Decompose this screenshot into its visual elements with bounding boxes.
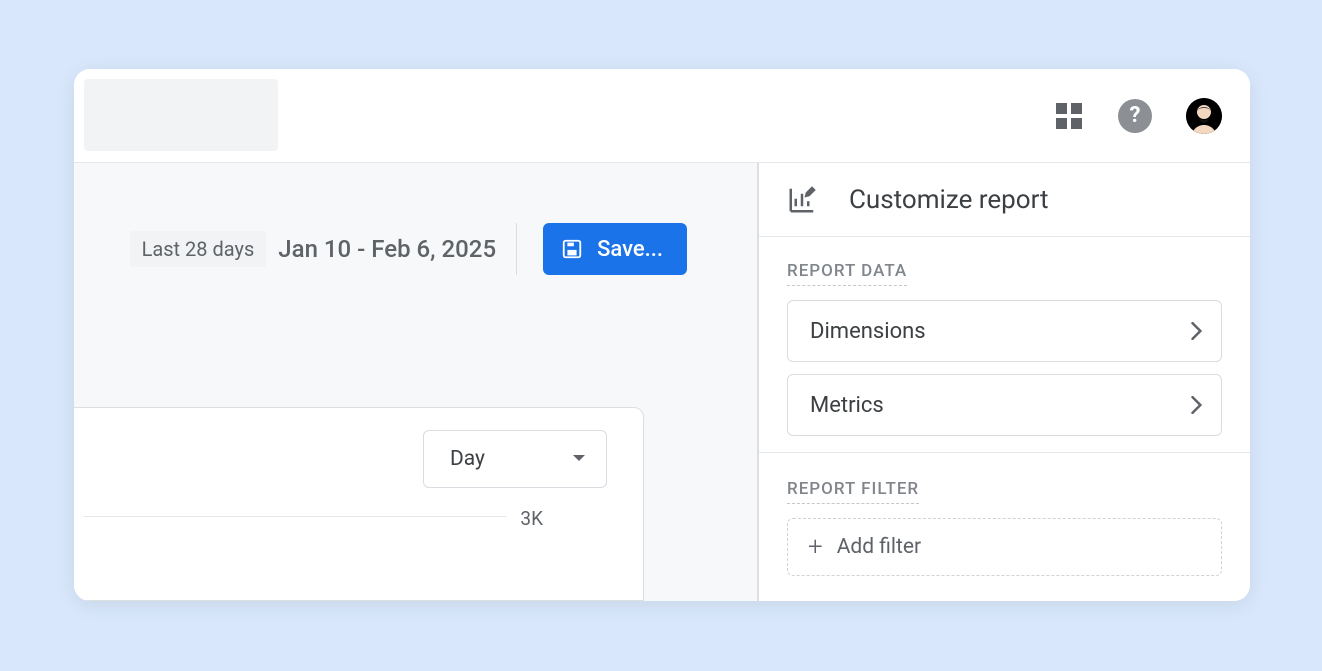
plus-icon: + <box>808 534 823 560</box>
dimensions-label: Dimensions <box>810 319 926 344</box>
axis-gridline <box>84 516 506 517</box>
axis-tick-label: 3K <box>520 507 543 530</box>
metrics-label: Metrics <box>810 393 884 418</box>
panel-body: REPORT DATA Dimensions Metrics REPORT FI… <box>759 237 1250 576</box>
save-icon <box>561 238 583 260</box>
save-button-label: Save... <box>597 237 663 262</box>
body: Last 28 days Jan 10 - Feb 6, 2025 Save..… <box>74 163 1250 601</box>
granularity-select[interactable]: Day <box>423 430 607 488</box>
report-toolbar: Last 28 days Jan 10 - Feb 6, 2025 Save..… <box>130 223 687 275</box>
customize-report-icon <box>787 185 817 215</box>
add-filter-label: Add filter <box>837 535 921 559</box>
metrics-row[interactable]: Metrics <box>787 374 1222 436</box>
customize-panel: Customize report REPORT DATA Dimensions … <box>759 163 1250 601</box>
topbar: ? <box>74 69 1250 163</box>
chevron-right-icon <box>1191 322 1203 340</box>
add-filter-button[interactable]: + Add filter <box>787 518 1222 576</box>
avatar[interactable] <box>1186 98 1222 134</box>
topbar-actions: ? <box>1054 69 1222 162</box>
panel-header: Customize report <box>759 163 1250 237</box>
help-icon[interactable]: ? <box>1118 99 1152 133</box>
logo-placeholder <box>84 79 278 151</box>
date-range-chip: Last 28 days <box>130 231 267 267</box>
dimensions-row[interactable]: Dimensions <box>787 300 1222 362</box>
panel-title: Customize report <box>849 185 1049 215</box>
section-divider <box>759 452 1250 453</box>
section-label-data: REPORT DATA <box>787 261 907 286</box>
granularity-value: Day <box>450 447 485 471</box>
divider <box>516 223 517 275</box>
caret-down-icon <box>572 454 586 464</box>
main-area: Last 28 days Jan 10 - Feb 6, 2025 Save..… <box>74 163 759 601</box>
date-range-picker[interactable]: Jan 10 - Feb 6, 2025 <box>278 235 496 263</box>
app-window: ? Last 28 days Jan 10 - Feb 6, 2025 <box>74 69 1250 601</box>
apps-grid-icon[interactable] <box>1054 101 1084 131</box>
chart-card: Day 3K <box>74 407 644 601</box>
save-button[interactable]: Save... <box>543 223 687 275</box>
chevron-right-icon <box>1191 396 1203 414</box>
section-label-filter: REPORT FILTER <box>787 479 919 504</box>
